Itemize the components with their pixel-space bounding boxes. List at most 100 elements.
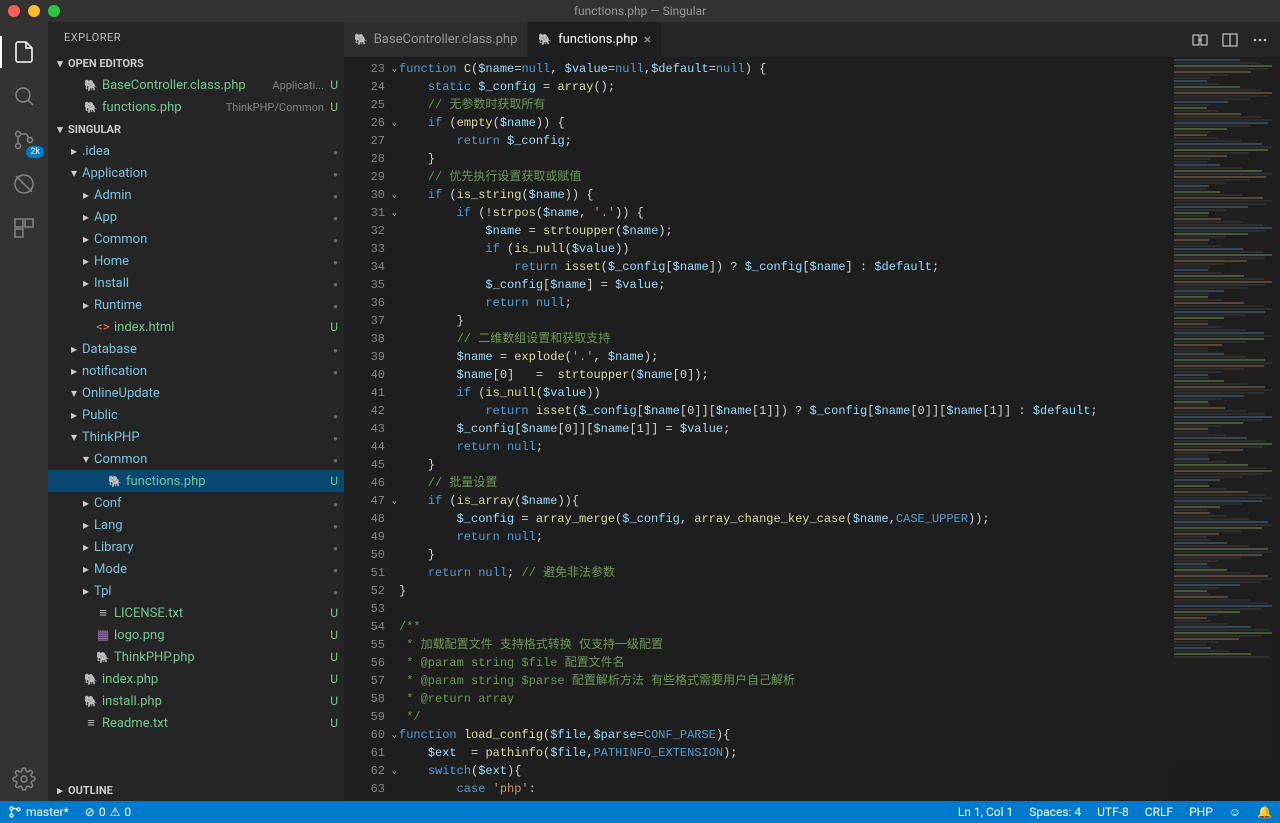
php-file-icon: 🐘 — [82, 695, 100, 708]
split-editor-icon[interactable] — [1222, 32, 1238, 48]
chevron-right-icon: ▸ — [66, 408, 82, 422]
folder-item[interactable]: ▾OnlineUpdate — [48, 382, 344, 404]
folder-item[interactable]: ▸Home — [48, 250, 344, 272]
debug-icon — [12, 172, 36, 196]
tabs: 🐘 BaseController.class.php 🐘 functions.p… — [344, 22, 1280, 58]
open-editor-path: ThinkPHP/Common — [226, 101, 324, 114]
folder-item[interactable]: ▾Application — [48, 162, 344, 184]
branch-icon — [8, 805, 22, 819]
open-editor-label: functions.php — [102, 100, 220, 115]
tree-item-label: Lang — [94, 518, 324, 533]
git-status-badge: U — [330, 78, 338, 92]
folder-item[interactable]: ▸Lang — [48, 514, 344, 536]
file-item[interactable]: 🐘install.phpU — [48, 690, 344, 712]
txt-file-icon: ≡ — [82, 715, 100, 731]
activity-scm[interactable]: 2k — [0, 118, 48, 162]
status-language[interactable]: PHP — [1181, 801, 1221, 823]
git-status-badge — [333, 144, 338, 158]
statusbar: master* ⊘0 ⚠0 Ln 1, Col 1 Spaces: 4 UTF-… — [0, 801, 1280, 823]
folder-item[interactable]: ▸Admin — [48, 184, 344, 206]
git-status-badge — [333, 276, 338, 290]
folder-item[interactable]: ▸notification — [48, 360, 344, 382]
status-encoding[interactable]: UTF-8 — [1089, 801, 1137, 823]
tree-item-label: Database — [82, 342, 324, 357]
php-file-icon: 🐘 — [82, 101, 100, 114]
more-actions-icon[interactable] — [1252, 32, 1268, 48]
outline-header[interactable]: ▸ OUTLINE — [48, 779, 344, 801]
project-section-header[interactable]: ▾ SINGULAR — [48, 118, 344, 140]
tree-item-label: .idea — [82, 144, 324, 159]
folder-item[interactable]: ▸App — [48, 206, 344, 228]
tree-item-label: Conf — [94, 496, 324, 511]
open-editors-header[interactable]: ▾ OPEN EDITORS — [48, 52, 344, 74]
git-status-badge: U — [330, 100, 338, 114]
open-editor-item[interactable]: ✕ 🐘 BaseController.class.php Applicati..… — [48, 74, 344, 96]
search-icon — [12, 84, 36, 108]
status-line-col[interactable]: Ln 1, Col 1 — [950, 801, 1021, 823]
compare-changes-icon[interactable] — [1192, 32, 1208, 48]
chevron-down-icon: ▾ — [52, 57, 68, 70]
chevron-right-icon: ▸ — [78, 276, 94, 290]
status-eol[interactable]: CRLF — [1137, 801, 1181, 823]
activity-search[interactable] — [0, 74, 48, 118]
file-item[interactable]: ≡Readme.txtU — [48, 712, 344, 734]
tree-item-label: index.php — [102, 672, 324, 687]
git-status-badge: U — [330, 694, 338, 708]
status-notifications[interactable]: 🔔 — [1249, 801, 1280, 823]
git-status-badge: U — [330, 320, 338, 334]
php-file-icon: 🐘 — [106, 475, 124, 488]
activity-extensions[interactable] — [0, 206, 48, 250]
git-status-badge: U — [330, 716, 338, 730]
folder-item[interactable]: ▸Common — [48, 228, 344, 250]
php-file-icon: 🐘 — [538, 33, 552, 46]
folder-item[interactable]: ▸Library — [48, 536, 344, 558]
folder-item[interactable]: ▸Mode — [48, 558, 344, 580]
git-status-badge — [333, 188, 338, 202]
file-item[interactable]: 🐘index.phpU — [48, 668, 344, 690]
tree-item-label: Public — [82, 408, 324, 423]
editor-body[interactable]: 23⌄242526⌄27282930⌄31⌄323334353637383940… — [344, 58, 1280, 801]
php-file-icon: 🐘 — [94, 651, 112, 664]
activity-explorer[interactable] — [0, 30, 48, 74]
status-branch[interactable]: master* — [0, 801, 77, 823]
activity-settings[interactable] — [0, 757, 48, 801]
status-spaces[interactable]: Spaces: 4 — [1021, 801, 1089, 823]
tree-item-label: Common — [94, 232, 324, 247]
folder-item[interactable]: ▸Tpl — [48, 580, 344, 602]
close-tab-icon[interactable]: × — [644, 32, 651, 48]
tree-item-label: Runtime — [94, 298, 324, 313]
editor-tab[interactable]: 🐘 BaseController.class.php — [344, 22, 528, 57]
folder-item[interactable]: ▸Database — [48, 338, 344, 360]
file-item[interactable]: 🐘functions.phpU — [48, 470, 344, 492]
git-status-badge: U — [330, 650, 338, 664]
project-name-label: SINGULAR — [68, 123, 121, 136]
editor-tab[interactable]: 🐘 functions.php × — [528, 22, 662, 57]
chevron-right-icon: ▸ — [66, 364, 82, 378]
folder-item[interactable]: ▸Runtime — [48, 294, 344, 316]
chevron-down-icon: ▾ — [52, 123, 68, 136]
activity-debug[interactable] — [0, 162, 48, 206]
file-item[interactable]: 🐘ThinkPHP.phpU — [48, 646, 344, 668]
open-editor-item[interactable]: ✕ 🐘 functions.php ThinkPHP/Common U — [48, 96, 344, 118]
code-content[interactable]: function C($name=null, $value=null,$defa… — [399, 58, 1170, 801]
chevron-right-icon: ▸ — [78, 562, 94, 576]
chevron-right-icon: ▸ — [78, 254, 94, 268]
smiley-icon: ☺ — [1229, 805, 1241, 819]
folder-item[interactable]: ▾Common — [48, 448, 344, 470]
status-feedback[interactable]: ☺ — [1221, 801, 1249, 823]
minimize-window-button[interactable] — [28, 5, 40, 17]
minimap[interactable] — [1170, 58, 1280, 801]
folder-item[interactable]: ▸.idea — [48, 140, 344, 162]
folder-item[interactable]: ▸Install — [48, 272, 344, 294]
file-item[interactable]: <>index.htmlU — [48, 316, 344, 338]
folder-item[interactable]: ▸Public — [48, 404, 344, 426]
file-item[interactable]: ≡LICENSE.txtU — [48, 602, 344, 624]
tree-item-label: Admin — [94, 188, 324, 203]
folder-item[interactable]: ▸Conf — [48, 492, 344, 514]
maximize-window-button[interactable] — [48, 5, 60, 17]
folder-item[interactable]: ▾ThinkPHP — [48, 426, 344, 448]
status-problems[interactable]: ⊘0 ⚠0 — [77, 801, 139, 823]
close-window-button[interactable] — [8, 5, 20, 17]
scm-badge: 2k — [26, 146, 44, 158]
file-item[interactable]: ▦logo.pngU — [48, 624, 344, 646]
